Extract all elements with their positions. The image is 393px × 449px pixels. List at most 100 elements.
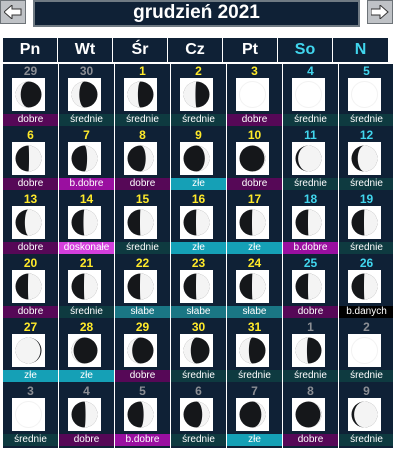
moon-phase-icon [183, 209, 210, 236]
calendar-day-cell[interactable]: 23 słabe [171, 256, 226, 320]
day-rating-label: złe [171, 178, 226, 190]
arrow-right-icon [371, 5, 389, 19]
calendar-day-cell[interactable]: 7 złe [227, 384, 282, 448]
day-number: 3 [27, 384, 34, 398]
calendar-day-cell[interactable]: 9 złe [171, 128, 226, 192]
next-month-button[interactable] [367, 0, 393, 24]
calendar-day-cell[interactable]: 28 złe [59, 320, 114, 384]
moon-phase-icon [71, 401, 98, 428]
moon-phase-icon [127, 337, 154, 364]
moon-phase-icon [295, 337, 322, 364]
moon-phase-icon [183, 145, 210, 172]
moon-phase-box [236, 142, 269, 175]
moon-phase-icon [15, 273, 42, 300]
calendar-day-cell[interactable]: 29 dobre [115, 320, 170, 384]
calendar-day-cell[interactable]: 27 złe [3, 320, 58, 384]
moon-phase-icon [239, 209, 266, 236]
calendar-day-cell[interactable]: 18 b.dobre [283, 192, 338, 256]
calendar-day-cell[interactable]: 20 dobre [3, 256, 58, 320]
moon-phase-box [348, 334, 381, 367]
calendar-day-cell[interactable]: 30 średnie [171, 320, 226, 384]
moon-phase-icon [71, 145, 98, 172]
calendar-day-cell[interactable]: 14 doskonałe [59, 192, 114, 256]
calendar-day-cell[interactable]: 22 słabe [115, 256, 170, 320]
day-number: 26 [359, 256, 374, 270]
day-rating-label: średnie [115, 114, 170, 126]
calendar-day-cell[interactable]: 8 dobre [115, 128, 170, 192]
calendar-day-cell[interactable]: 30 średnie [59, 64, 114, 128]
calendar-day-cell[interactable]: 16 złe [171, 192, 226, 256]
calendar-day-cell[interactable]: 24 słabe [227, 256, 282, 320]
moon-phase-box [236, 334, 269, 367]
moon-phase-box [348, 270, 381, 303]
calendar-day-cell[interactable]: 3 średnie [3, 384, 58, 448]
day-number: 14 [79, 192, 94, 206]
moon-phase-box [292, 142, 325, 175]
calendar-day-cell[interactable]: 15 średnie [115, 192, 170, 256]
moon-phase-box [180, 78, 213, 111]
calendar-day-cell[interactable]: 17 złe [227, 192, 282, 256]
calendar-day-cell[interactable]: 25 dobre [283, 256, 338, 320]
calendar-day-cell[interactable]: 8 dobre [283, 384, 338, 448]
day-rating-label: średnie [171, 114, 226, 126]
day-rating-label: średnie [115, 242, 170, 254]
calendar-day-cell[interactable]: 1 średnie [283, 320, 338, 384]
calendar-day-cell[interactable]: 6 dobre [3, 128, 58, 192]
calendar-day-cell[interactable]: 4 dobre [59, 384, 114, 448]
calendar-day-cell[interactable]: 3 dobre [227, 64, 282, 128]
calendar-day-cell[interactable]: 2 średnie [339, 320, 393, 384]
moon-phase-icon [351, 337, 378, 364]
day-rating-label: złe [171, 242, 226, 254]
moon-phase-icon [295, 81, 322, 108]
weekday-friday: Pt [223, 38, 278, 62]
previous-month-button[interactable] [0, 0, 26, 24]
calendar-day-cell[interactable]: 19 średnie [339, 192, 393, 256]
calendar-day-cell[interactable]: 29 dobre [3, 64, 58, 128]
moon-phase-box [68, 334, 101, 367]
moon-phase-icon [183, 81, 210, 108]
moon-phase-box [68, 398, 101, 431]
calendar-day-cell[interactable]: 13 dobre [3, 192, 58, 256]
moon-phase-icon [71, 273, 98, 300]
calendar-day-cell[interactable]: 9 średnie [339, 384, 393, 448]
calendar-day-cell[interactable]: 1 średnie [115, 64, 170, 128]
calendar-day-cell[interactable]: 6 średnie [171, 384, 226, 448]
day-rating-label: średnie [283, 178, 338, 190]
calendar-day-cell[interactable]: 21 średnie [59, 256, 114, 320]
calendar-day-cell[interactable]: 7 b.dobre [59, 128, 114, 192]
moon-phase-box [12, 270, 45, 303]
day-number: 9 [363, 384, 370, 398]
day-number: 8 [139, 128, 146, 142]
calendar-day-cell[interactable]: 2 średnie [171, 64, 226, 128]
moon-phase-icon [239, 145, 266, 172]
calendar-day-cell[interactable]: 31 średnie [227, 320, 282, 384]
day-rating-label: dobre [283, 434, 338, 446]
calendar-day-cell[interactable]: 26 b.danych [339, 256, 393, 320]
moon-phase-box [180, 398, 213, 431]
moon-phase-box [12, 142, 45, 175]
calendar-day-cell[interactable]: 5 średnie [339, 64, 393, 128]
day-number: 30 [191, 320, 206, 334]
calendar-day-cell[interactable]: 12 średnie [339, 128, 393, 192]
moon-phase-box [68, 78, 101, 111]
day-number: 4 [307, 64, 314, 78]
day-rating-label: średnie [171, 370, 226, 382]
day-rating-label: średnie [227, 370, 282, 382]
calendar-day-cell[interactable]: 10 dobre [227, 128, 282, 192]
moon-phase-icon [295, 145, 322, 172]
day-rating-label: średnie [59, 114, 114, 126]
moon-phase-box [236, 206, 269, 239]
day-number: 18 [303, 192, 318, 206]
moon-phase-icon [351, 209, 378, 236]
day-rating-label: złe [59, 370, 114, 382]
calendar-day-cell[interactable]: 5 b.dobre [115, 384, 170, 448]
day-number: 28 [79, 320, 94, 334]
calendar-day-cell[interactable]: 11 średnie [283, 128, 338, 192]
day-number: 9 [195, 128, 202, 142]
moon-phase-box [68, 270, 101, 303]
calendar-day-cell[interactable]: 4 średnie [283, 64, 338, 128]
day-number: 24 [247, 256, 262, 270]
day-rating-label: dobre [3, 178, 58, 190]
day-number: 10 [247, 128, 262, 142]
moon-phase-icon [239, 337, 266, 364]
